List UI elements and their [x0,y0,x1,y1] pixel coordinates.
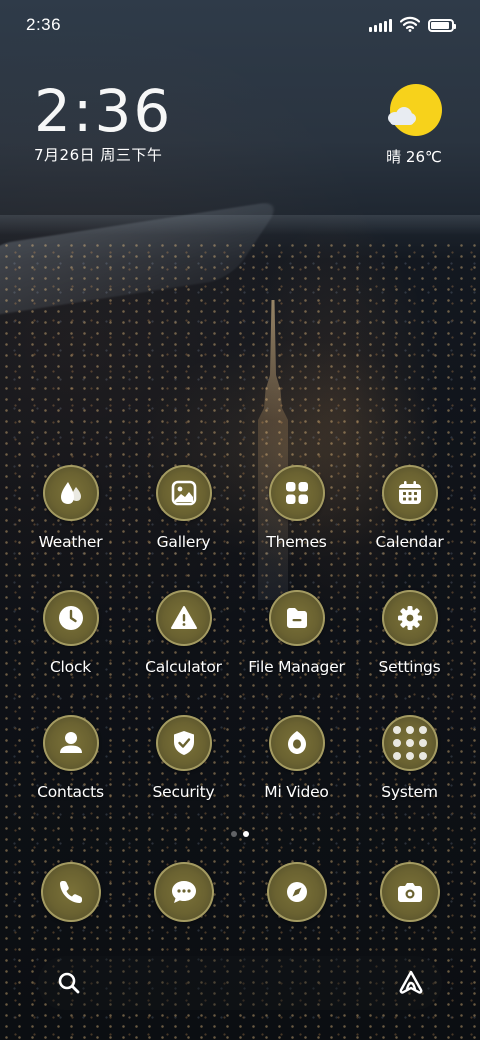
messages-icon [153,862,214,922]
app-contacts[interactable]: Contacts [14,715,127,801]
calculator-icon [155,590,212,646]
app-label: Weather [38,533,103,551]
weather-drops-icon [42,465,99,521]
wifi-icon [400,16,420,32]
app-label: Contacts [37,783,104,801]
app-calendar[interactable]: Calendar [353,465,466,551]
dock-phone[interactable] [14,862,127,922]
system-folder-icon [381,715,438,771]
app-clock[interactable]: Clock [14,590,127,676]
app-file-manager[interactable]: File Manager [240,590,353,676]
app-system-folder[interactable]: System [353,715,466,801]
settings-gear-icon [381,590,438,646]
assistant-icon[interactable] [396,968,426,998]
app-label: System [381,783,438,801]
app-weather[interactable]: Weather [14,465,127,551]
battery-level [431,22,449,29]
mi-video-icon [268,715,325,771]
clock-time: 2:36 [34,77,173,145]
dock-camera[interactable] [353,862,466,922]
signal-icon [369,18,392,32]
sun-cloud-icon [388,84,442,136]
app-label: File Manager [248,658,345,676]
status-bar: 2:36 [0,0,480,50]
app-label: Calendar [375,533,444,551]
app-mi-video[interactable]: Mi Video [240,715,353,801]
folder-app-grid [392,725,428,761]
gallery-icon [155,465,212,521]
clock-date: 7月26日 周三下午 [34,146,163,164]
dock-messages[interactable] [127,862,240,922]
phone-icon [40,862,101,922]
calendar-icon [381,465,438,521]
app-label: Security [152,783,215,801]
battery-icon [428,19,456,32]
app-label: Gallery [156,533,211,551]
clock-widget[interactable]: 2:36 7月26日 周三下午 [34,80,172,165]
app-label: Clock [49,658,92,676]
status-icons [369,16,456,32]
browser-compass-icon [266,862,327,922]
page-indicator[interactable] [0,831,480,837]
dock [14,862,466,926]
app-security[interactable]: Security [127,715,240,801]
file-manager-icon [268,590,325,646]
app-themes[interactable]: Themes [240,465,353,551]
search-icon[interactable] [54,968,84,998]
contacts-icon [42,715,99,771]
app-label: Calculator [145,658,222,676]
search-bar[interactable] [38,956,442,1010]
app-label: Themes [266,533,327,551]
app-calculator[interactable]: Calculator [127,590,240,676]
app-gallery[interactable]: Gallery [127,465,240,551]
status-time: 2:36 [26,15,62,34]
weather-text: 晴 26℃ [386,148,442,166]
dock-browser[interactable] [240,862,353,922]
app-label: Settings [378,658,441,676]
app-label: Mi Video [264,783,329,801]
weather-widget[interactable]: 晴 26℃ [384,84,444,167]
security-shield-icon [155,715,212,771]
clock-icon [42,590,99,646]
app-settings[interactable]: Settings [353,590,466,676]
page-dot[interactable] [231,831,237,837]
page-dot-active[interactable] [243,831,249,837]
themes-icon [268,465,325,521]
camera-icon [379,862,440,922]
